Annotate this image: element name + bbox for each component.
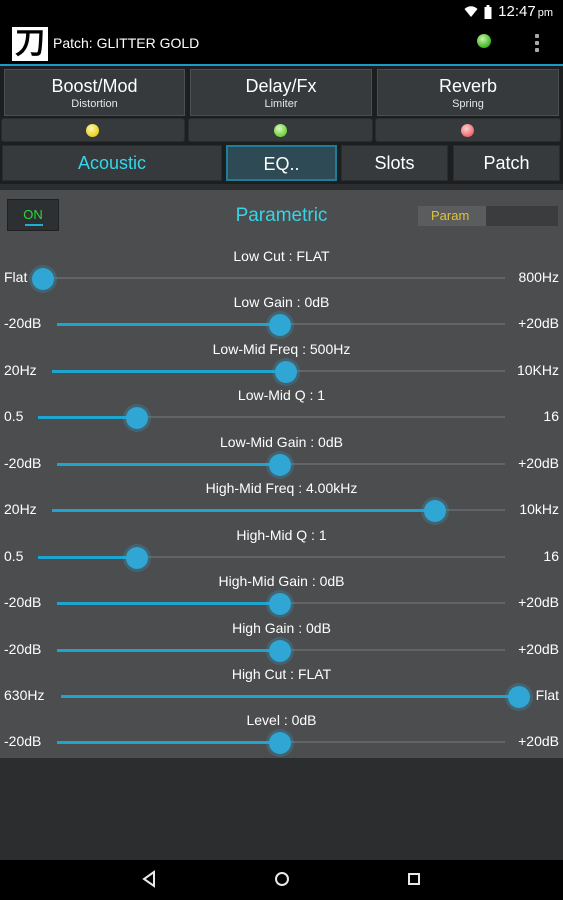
tab-acoustic[interactable]: Acoustic: [2, 145, 222, 181]
recents-square-icon[interactable]: [406, 870, 422, 888]
slider-max-label: +20dB: [518, 455, 559, 471]
fx-block-sub: Limiter: [264, 98, 298, 110]
slider-thumb[interactable]: [126, 407, 148, 429]
clock: 12:47 pm: [498, 3, 553, 20]
slider-min-label: 0.5: [4, 548, 24, 564]
app-logo-icon: 刀: [12, 27, 48, 61]
slider-fill: [38, 556, 137, 559]
led-yellow-icon: [86, 124, 99, 137]
slider-max-label: +20dB: [518, 594, 559, 610]
slider-min-label: 0.5: [4, 408, 24, 424]
slider-label: Low-Mid Gain : 0dB: [220, 434, 343, 450]
overflow-menu-button[interactable]: [532, 32, 542, 54]
slider-fill: [52, 370, 286, 373]
slider-track[interactable]: [38, 556, 505, 559]
fx-block-name: Reverb: [438, 76, 498, 96]
back-triangle-icon[interactable]: [141, 870, 157, 888]
slider-min-label: -20dB: [4, 733, 42, 749]
slider-max-label: 10kHz: [519, 501, 559, 517]
fx-block-name: Delay/Fx: [245, 76, 317, 96]
led-red-icon: [461, 124, 474, 137]
slider-max-label: 10KHz: [516, 362, 559, 378]
slider-min-label: 20Hz: [4, 362, 37, 378]
app-bar: 刀 Patch: GLITTER GOLD: [0, 24, 563, 66]
empty-area: [0, 758, 563, 860]
slider-min-label: -20dB: [4, 315, 42, 331]
nav-bar: [0, 860, 563, 900]
slider-max-label: 800Hz: [518, 269, 559, 285]
slider-label: High Gain : 0dB: [232, 620, 331, 636]
connection-led-icon: [477, 34, 491, 48]
patch-title: Patch: GLITTER GOLD: [53, 35, 200, 51]
slider-fill: [57, 741, 280, 744]
fx-block-delay-fx[interactable]: Delay/Fx Limiter: [190, 69, 372, 116]
tab-patch[interactable]: Patch: [453, 145, 560, 181]
slider-min-label: -20dB: [4, 594, 42, 610]
slider-thumb[interactable]: [508, 686, 530, 708]
mode-selector[interactable]: Param: [418, 206, 558, 226]
slider-label: High Cut : FLAT: [231, 666, 332, 682]
status-icons: 12:47 pm: [464, 3, 553, 20]
slider-thumb[interactable]: [269, 732, 291, 754]
slider-max-label: +20dB: [518, 733, 559, 749]
tab-slots[interactable]: Slots: [341, 145, 448, 181]
slider-max-label: Flat: [535, 687, 559, 703]
slider-fill: [57, 649, 280, 652]
slider-thumb[interactable]: [269, 593, 291, 615]
slider-thumb[interactable]: [269, 314, 291, 336]
slider-fill: [57, 323, 280, 326]
slider-label: Low Cut : FLAT: [233, 248, 330, 264]
slider-min-label: 630Hz: [4, 687, 45, 703]
slider-thumb[interactable]: [269, 640, 291, 662]
slider-label: Level : 0dB: [246, 712, 317, 728]
slider-max-label: +20dB: [518, 315, 559, 331]
battery-icon: [484, 4, 492, 19]
status-bar: 12:47 pm: [0, 0, 563, 24]
slider-label: Low-Mid Freq : 500Hz: [212, 341, 351, 357]
slider-label: High-Mid Freq : 4.00kHz: [205, 480, 358, 496]
slider-label: Low-Mid Q : 1: [237, 387, 326, 403]
slider-thumb[interactable]: [32, 268, 54, 290]
fx-block-sub: Spring: [452, 98, 484, 110]
fx-toggle-reverb[interactable]: [375, 118, 561, 142]
slider-thumb[interactable]: [275, 361, 297, 383]
slider-thumb[interactable]: [269, 454, 291, 476]
slider-label: Low Gain : 0dB: [233, 294, 330, 310]
fx-toggle-boost-mod[interactable]: [1, 118, 185, 142]
slider-track[interactable]: [36, 277, 505, 280]
slider-track[interactable]: [38, 416, 505, 419]
slider-track[interactable]: [61, 695, 519, 698]
wifi-icon: [464, 5, 478, 17]
slider-fill: [57, 602, 280, 605]
led-green-icon: [273, 124, 287, 137]
slider-label: High-Mid Gain : 0dB: [218, 573, 345, 589]
slider-max-label: +20dB: [518, 641, 559, 657]
slider-label: High-Mid Q : 1: [236, 527, 327, 543]
mode-label: Param: [431, 208, 470, 223]
home-circle-icon[interactable]: [273, 870, 291, 888]
slider-fill: [38, 416, 137, 419]
slider-min-label: Flat: [4, 269, 28, 285]
slider-min-label: -20dB: [4, 641, 42, 657]
fx-block-boost-mod[interactable]: Boost/Mod Distortion: [4, 69, 185, 116]
slider-max-label: 16: [543, 408, 559, 424]
slider-fill: [57, 463, 280, 466]
slider-min-label: -20dB: [4, 455, 42, 471]
fx-block-reverb[interactable]: Reverb Spring: [377, 69, 559, 116]
fx-block-sub: Distortion: [71, 98, 118, 110]
slider-thumb[interactable]: [424, 500, 446, 522]
slider-thumb[interactable]: [126, 547, 148, 569]
slider-fill: [61, 695, 519, 698]
slider-fill: [52, 509, 435, 512]
fx-toggle-delay-fx[interactable]: [188, 118, 373, 142]
tab-eq[interactable]: EQ..: [226, 145, 337, 181]
slider-min-label: 20Hz: [4, 501, 37, 517]
slider-max-label: 16: [543, 548, 559, 564]
fx-block-name: Boost/Mod: [51, 76, 138, 96]
